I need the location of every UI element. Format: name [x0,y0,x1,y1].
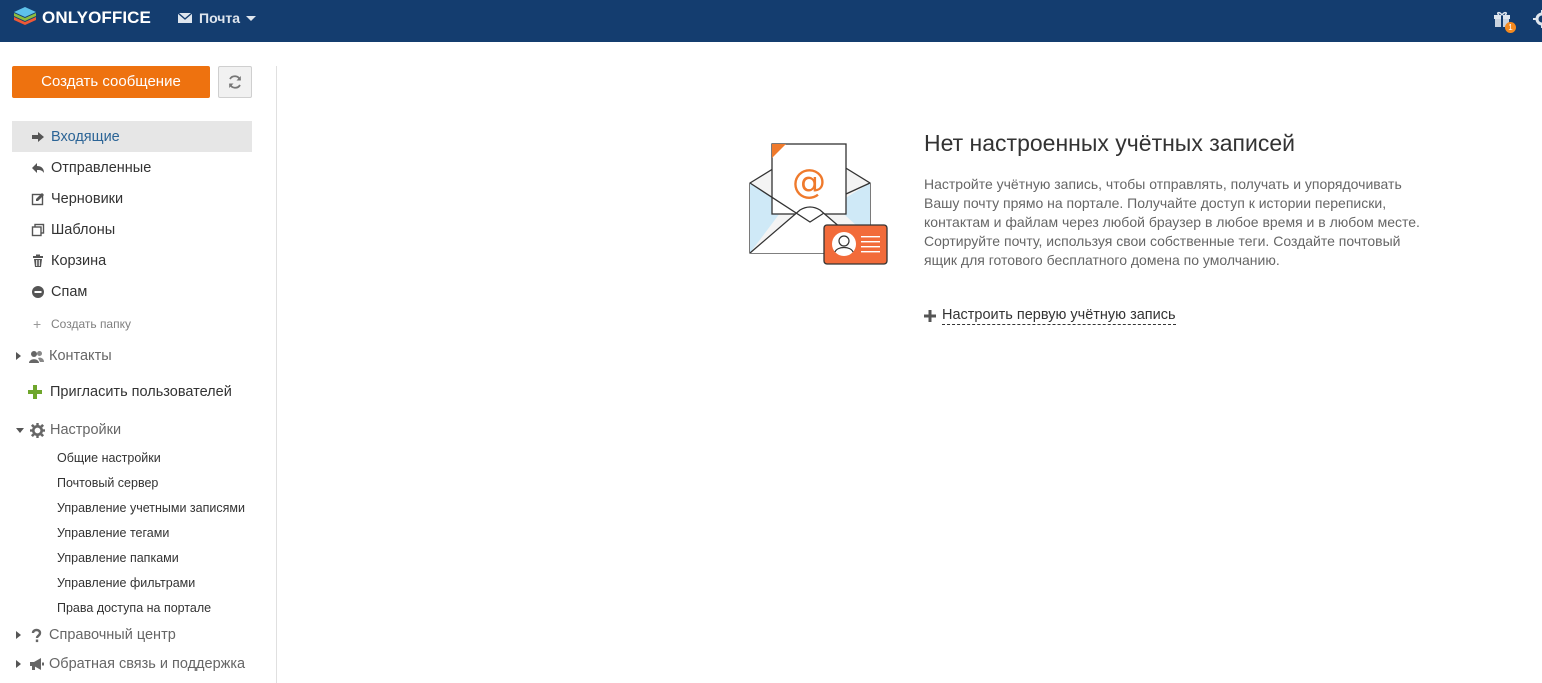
sent-icon [32,163,44,173]
create-folder-label: Создать папку [51,317,131,331]
contacts-label: Контакты [49,348,112,364]
contacts-section[interactable]: Контакты [16,348,112,364]
gear-icon [30,422,45,438]
megaphone-icon [30,657,44,670]
inbox-arrow-icon [32,132,44,142]
folder-templates[interactable]: Шаблоны [12,214,252,245]
question-icon [31,628,42,642]
folder-label: Входящие [51,128,120,145]
trash-icon [33,254,43,267]
gear-icon[interactable] [1533,10,1542,28]
settings-folders[interactable]: Управление папками [57,551,179,565]
settings-accounts[interactable]: Управление учетными записями [57,501,245,515]
folder-inbox[interactable]: Входящие [12,121,252,152]
help-center-label: Справочный центр [49,627,176,643]
create-message-button[interactable]: Создать сообщение [12,66,210,98]
folder-spam[interactable]: Спам [12,276,252,307]
refresh-icon [229,75,241,89]
expand-arrow-icon [16,352,21,360]
invite-users-link[interactable]: Пригласить пользователей [28,384,232,400]
settings-section[interactable]: Настройки [16,422,121,438]
empty-state-title: Нет настроенных учётных записей [924,130,1295,156]
module-label: Почта [199,10,241,26]
envelope-icon [178,13,192,23]
feedback-label: Обратная связь и поддержка [49,656,246,672]
folder-label: Шаблоны [51,221,116,238]
refresh-button[interactable] [218,66,252,98]
expand-arrow-icon [16,631,21,639]
invite-users-label: Пригласить пользователей [50,384,232,400]
help-center-section[interactable]: Справочный центр [16,627,176,643]
feedback-section[interactable]: Обратная связь и поддержка [16,656,245,672]
expand-arrow-icon [16,660,21,668]
folder-label: Корзина [51,252,107,269]
chevron-down-icon [246,15,257,21]
spam-icon [32,286,44,298]
plus-icon: + [33,316,42,332]
plus-icon [924,310,936,322]
folder-label: Отправленные [51,159,152,176]
settings-label: Настройки [50,422,122,438]
folder-label: Черновики [51,190,124,207]
draft-icon [31,193,44,206]
folder-trash[interactable]: Корзина [12,245,252,276]
module-switcher[interactable]: Почта [178,9,257,27]
settings-filters[interactable]: Управление фильтрами [57,576,195,590]
sidebar: Создать сообщение Входящие Отправленные … [0,42,276,683]
svg-text:@: @ [792,162,826,202]
settings-tags[interactable]: Управление тегами [57,526,169,540]
settings-mail-server[interactable]: Почтовый сервер [57,476,158,490]
green-plus-icon [28,385,42,399]
notification-badge: 1 [1505,22,1516,33]
setup-first-account-label: Настроить первую учётную запись [942,307,1176,325]
folder-drafts[interactable]: Черновики [12,183,252,214]
settings-portal-access[interactable]: Права доступа на портале [57,601,211,615]
collapse-arrow-icon [16,427,24,433]
onlyoffice-logo[interactable]: ONLYOFFICE [12,5,151,31]
settings-general[interactable]: Общие настройки [57,451,161,465]
folder-label: Спам [51,283,88,300]
create-folder-link[interactable]: + Создать папку [33,316,131,332]
mail-envelope-illustration: @ [749,143,888,265]
empty-state-description: Настройте учётную запись, чтобы отправля… [924,176,1420,268]
templates-icon [31,223,45,237]
logo-text: ONLYOFFICE [42,8,151,27]
contacts-icon [29,350,44,363]
top-navigation-bar: ONLYOFFICE Почта 1 [0,0,1542,42]
onlyoffice-logo-icon [14,7,36,25]
sidebar-divider [276,66,277,683]
setup-first-account-link[interactable]: Настроить первую учётную запись [924,307,1176,325]
folder-sent[interactable]: Отправленные [12,152,252,183]
